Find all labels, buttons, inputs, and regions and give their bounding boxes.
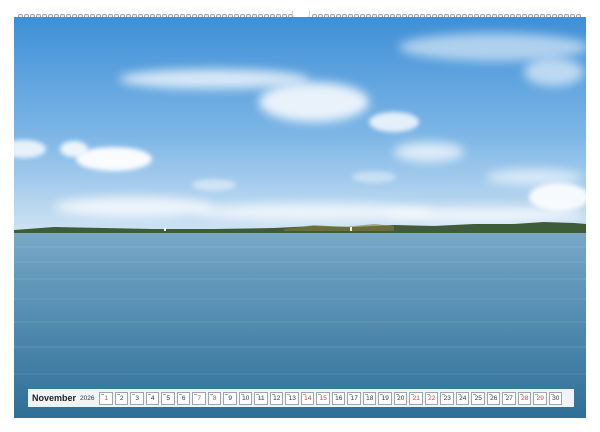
month-label: November [32, 393, 77, 403]
day-tick [163, 393, 167, 395]
day-tick [364, 393, 368, 395]
day-cell: 16 [331, 391, 346, 405]
day-tick [287, 393, 291, 395]
day-number: 26 [490, 394, 498, 402]
day-cell: 21 [409, 391, 423, 405]
day-cell: 6 [176, 391, 191, 405]
day-tick [240, 393, 244, 395]
year-label: 2026 [80, 394, 95, 402]
day-tick [380, 393, 384, 395]
day-cell: 9 [223, 391, 237, 405]
day-number: 24 [459, 394, 467, 402]
day-tick [302, 393, 306, 395]
day-cell: 20 [393, 391, 408, 405]
day-tick [519, 393, 523, 395]
day-number: 11 [257, 394, 265, 402]
day-tick [457, 393, 461, 395]
day-cell: 13 [285, 391, 299, 405]
day-number: 12 [273, 394, 281, 402]
day-number: 21 [412, 394, 420, 402]
day-number: 13 [288, 394, 296, 402]
day-cell: 23 [440, 391, 454, 405]
day-cell: 26 [486, 391, 501, 405]
day-number: 2 [119, 394, 124, 402]
day-number: 5 [166, 394, 171, 402]
day-number: 10 [242, 394, 250, 402]
day-number: 7 [197, 394, 202, 402]
day-number: 8 [212, 394, 217, 402]
day-cells: 1 2 3 4 5 6 7 8 9 10 11 12 13 14 15 16 17 18 19 20 21 22 23 24 2… [99, 391, 563, 405]
day-number: 19 [381, 394, 389, 402]
day-tick [426, 393, 430, 395]
day-cell: 2 [114, 391, 129, 405]
day-tick [178, 393, 182, 395]
day-tick [395, 393, 399, 395]
day-cell: 12 [269, 391, 284, 405]
day-number: 17 [350, 394, 358, 402]
day-cell: 17 [347, 391, 361, 405]
day-number: 20 [397, 394, 405, 402]
day-cell: 1 [99, 391, 113, 405]
day-number: 15 [319, 394, 327, 402]
day-cell: 11 [254, 391, 268, 405]
day-number: 9 [228, 394, 233, 402]
day-number: 1 [104, 394, 109, 402]
day-number: 25 [474, 394, 482, 402]
day-cell: 15 [316, 391, 330, 405]
day-cell: 8 [207, 391, 222, 405]
day-number: 4 [150, 394, 155, 402]
day-tick [442, 393, 446, 395]
day-tick [116, 393, 120, 395]
day-tick [349, 393, 353, 395]
day-tick [194, 393, 198, 395]
day-cell: 18 [362, 391, 377, 405]
day-tick [488, 393, 492, 395]
day-cell: 30 [548, 391, 563, 405]
day-tick [504, 393, 508, 395]
day-cell: 10 [238, 391, 253, 405]
day-tick [209, 393, 213, 395]
day-tick [132, 393, 136, 395]
day-tick [147, 393, 151, 395]
day-tick [101, 393, 105, 395]
day-cell: 4 [145, 391, 160, 405]
day-cell: 7 [192, 391, 206, 405]
lake-landscape [14, 17, 586, 418]
day-number: 14 [304, 394, 312, 402]
day-tick [256, 393, 260, 395]
day-cell: 25 [471, 391, 485, 405]
day-tick [333, 393, 337, 395]
day-number: 16 [335, 394, 343, 402]
day-tick [473, 393, 477, 395]
day-cell: 5 [161, 391, 175, 405]
day-number: 28 [521, 394, 529, 402]
day-cell: 27 [502, 391, 516, 405]
day-cell: 28 [517, 391, 532, 405]
day-cell: 24 [455, 391, 470, 405]
lake-photo [14, 17, 586, 418]
calendar-strip: November 2026 1 2 3 4 5 6 7 8 9 10 11 12 13 14 15 16 17 1… [28, 389, 574, 407]
day-tick [271, 393, 275, 395]
day-number: 18 [366, 394, 374, 402]
day-number: 3 [135, 394, 140, 402]
day-number: 22 [428, 394, 436, 402]
day-number: 23 [443, 394, 451, 402]
day-number: 27 [505, 394, 513, 402]
day-cell: 22 [424, 391, 439, 405]
day-tick [225, 393, 229, 395]
day-cell: 14 [300, 391, 315, 405]
day-number: 6 [181, 394, 186, 402]
day-number: 30 [552, 394, 560, 402]
day-tick [411, 393, 415, 395]
day-number: 29 [536, 394, 544, 402]
day-cell: 19 [378, 391, 392, 405]
day-tick [535, 393, 539, 395]
day-tick [318, 393, 322, 395]
day-tick [550, 393, 554, 395]
day-cell: 29 [533, 391, 547, 405]
day-cell: 3 [130, 391, 144, 405]
